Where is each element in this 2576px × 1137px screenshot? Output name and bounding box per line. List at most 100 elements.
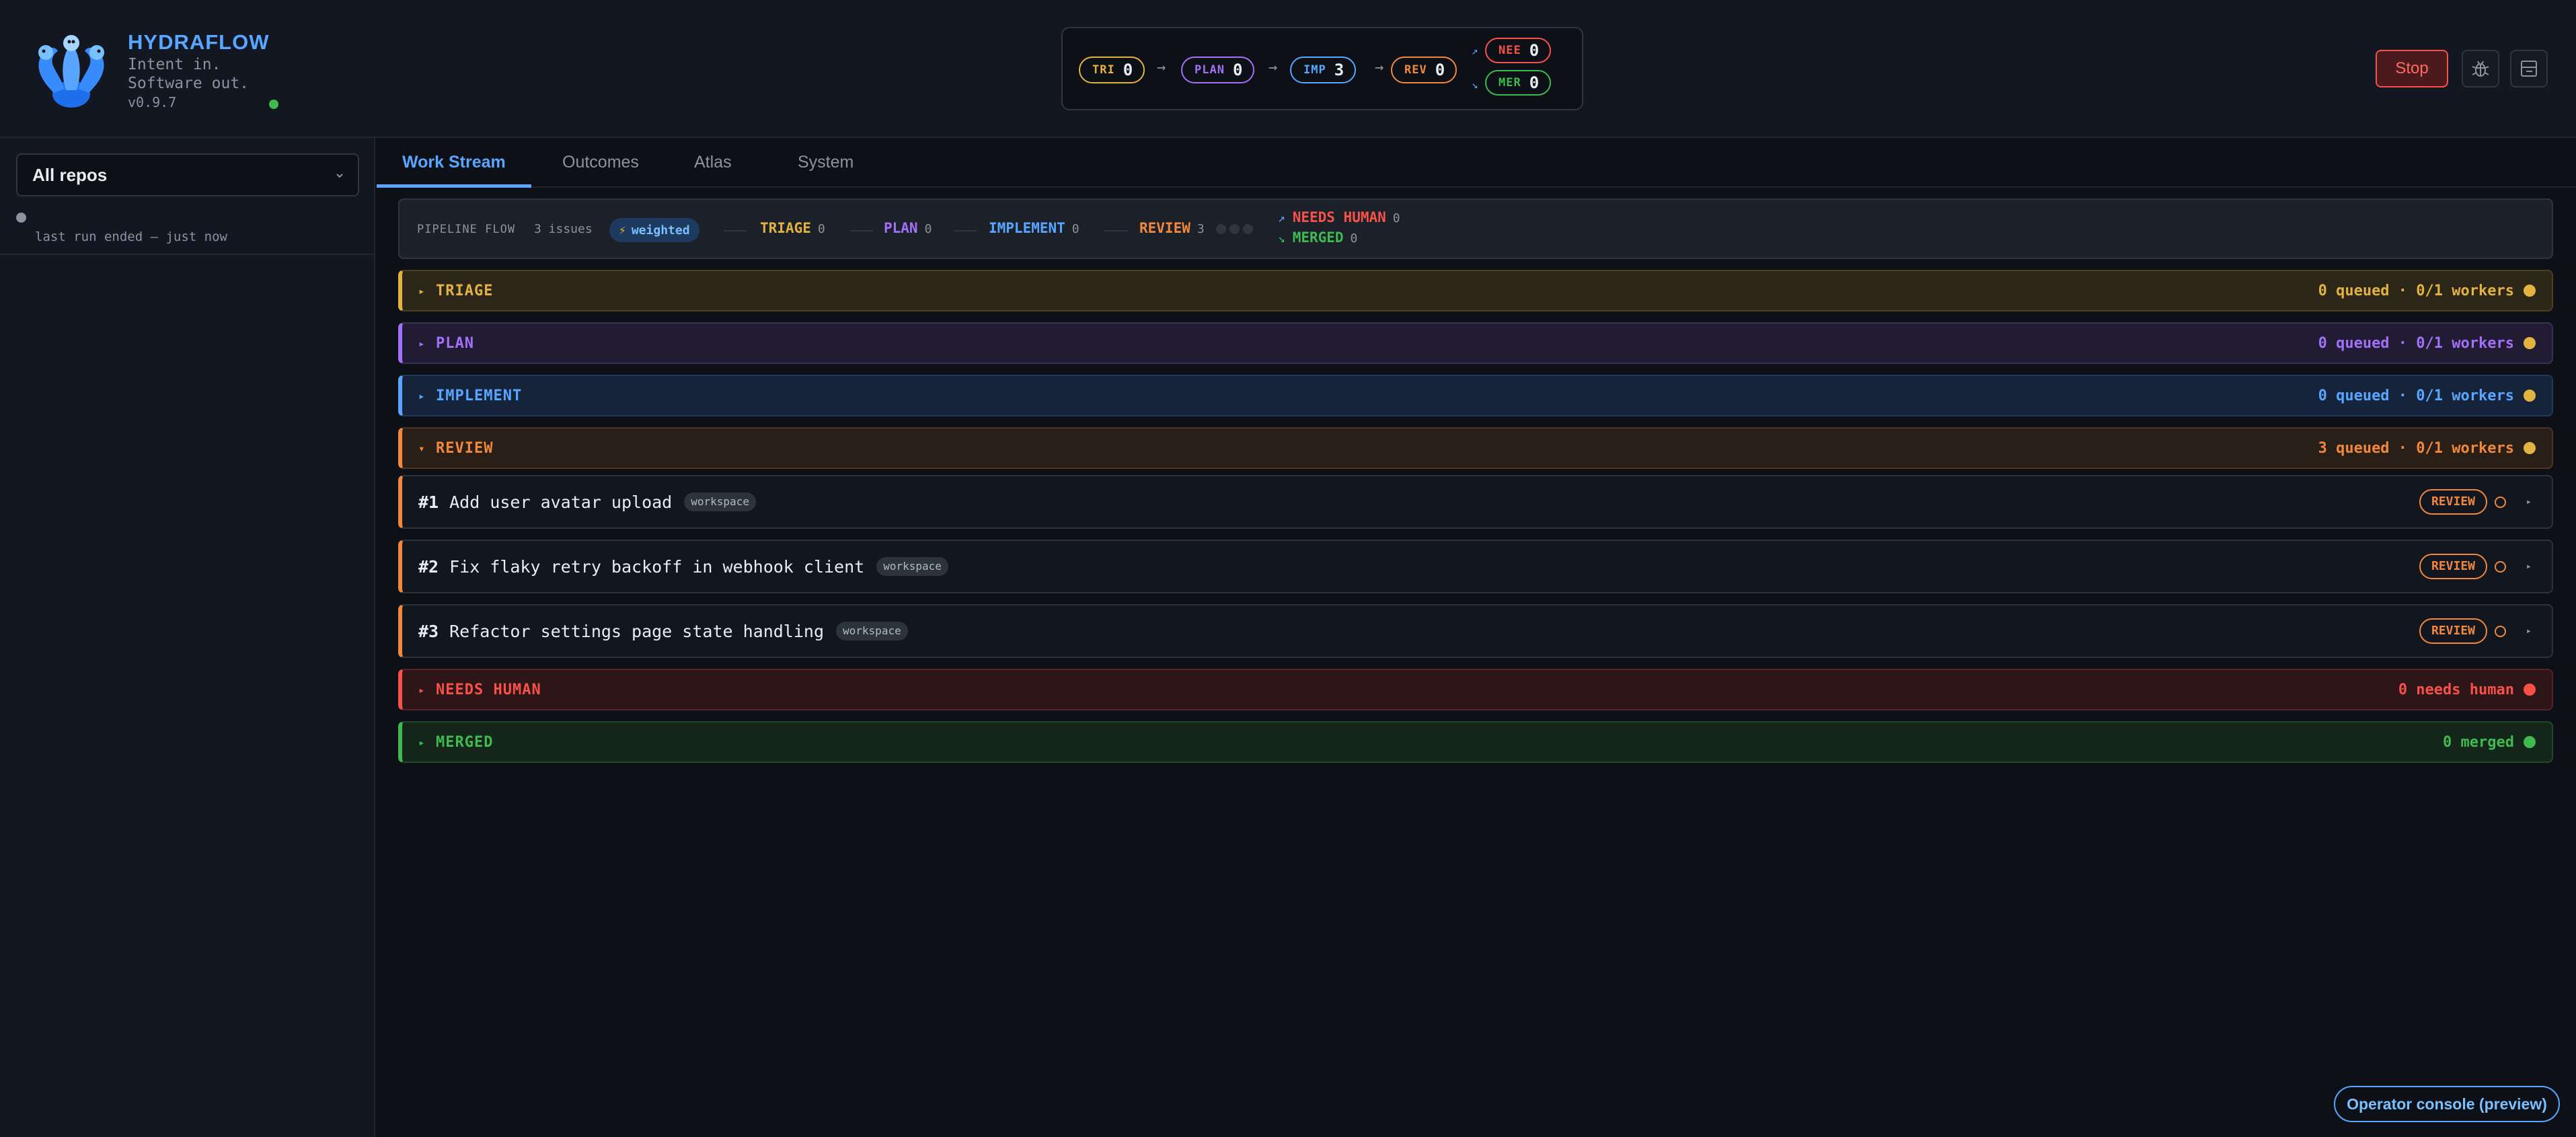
arrow-down-right-icon: ↘ [1278, 231, 1285, 246]
repo-select[interactable]: All repos [16, 153, 359, 196]
chevron-right-icon: ▸ [418, 389, 425, 402]
summary-stage-review: REVIEW 3 [1139, 220, 1205, 236]
issue-tag: workspace [836, 622, 908, 640]
stage-status-dot [2524, 736, 2536, 748]
connection-status-dot [269, 100, 278, 109]
stage-status: 3 queued · 0/1 workers [2318, 439, 2514, 457]
arrow-right-icon: → [1375, 59, 1384, 76]
issue-title: Add user avatar upload [449, 492, 673, 512]
flow-pill-review[interactable]: REV 0 [1391, 57, 1457, 83]
chevron-right-icon: ▸ [418, 683, 425, 696]
sidebar: All repos last run ended — just now [0, 138, 375, 1137]
flow-pill-needs-human[interactable]: NEE 0 [1485, 38, 1552, 63]
flow-pill-plan[interactable]: PLAN 0 [1181, 57, 1255, 83]
summary-stage-merged: ↘ MERGED 0 [1278, 229, 1358, 246]
issue-status-ring-icon [2495, 560, 2506, 573]
tab-atlas[interactable]: Atlas [669, 138, 757, 188]
bug-icon [2472, 61, 2489, 77]
app-header: HYDRAFLOW Intent in. Software out. v0.9.… [0, 0, 2576, 138]
chevron-down-icon: ▾ [418, 441, 425, 455]
stage-status: 0 queued · 0/1 workers [2318, 334, 2514, 352]
issue-number: #2 [418, 556, 439, 577]
issue-status-ring-icon [2495, 625, 2506, 637]
review-worker-dot [1243, 224, 1253, 234]
flow-pill-implement[interactable]: IMP 3 [1290, 57, 1357, 83]
flow-pill-merged[interactable]: MER 0 [1485, 70, 1552, 96]
issue-title: Refactor settings page state handling [449, 621, 825, 641]
run-status-text: last run ended — just now [35, 229, 227, 244]
issue-status-badge: REVIEW [2419, 489, 2487, 515]
sidebar-divider [0, 254, 374, 255]
issue-row[interactable]: #1 Add user avatar upload workspace REVI… [398, 475, 2553, 529]
stage-status-dot [2524, 684, 2536, 696]
stage-status: 0 queued · 0/1 workers [2318, 282, 2514, 299]
top-pipeline-flow: TRI 0 → PLAN 0 → IMP 3 → REV 0 ↗ ↘ NEE 0… [1061, 27, 1583, 110]
flow-connector [724, 230, 747, 231]
tab-work-stream[interactable]: Work Stream [377, 138, 531, 188]
tab-outcomes[interactable]: Outcomes [537, 138, 665, 188]
stage-row-implement[interactable]: ▸ IMPLEMENT 0 queued · 0/1 workers [398, 375, 2553, 416]
stage-status-dot [2524, 442, 2536, 454]
review-worker-dot [1229, 224, 1240, 234]
brand-name: HYDRAFLOW [128, 30, 270, 54]
arrow-right-icon: → [1268, 59, 1278, 76]
chevron-right-icon: ▸ [418, 735, 425, 749]
stage-status: 0 queued · 0/1 workers [2318, 387, 2514, 404]
panel-icon [2521, 61, 2537, 77]
flow-connector [1104, 230, 1127, 231]
stage-row-review[interactable]: ▾ REVIEW 3 queued · 0/1 workers [398, 427, 2553, 469]
review-worker-dot [1216, 224, 1226, 234]
lightning-icon: ⚡ [619, 223, 626, 237]
issue-row[interactable]: #3 Refactor settings page state handling… [398, 604, 2553, 658]
chevron-right-icon[interactable]: ▸ [2526, 626, 2532, 636]
stage-row-merged[interactable]: ▸ MERGED 0 merged [398, 721, 2553, 763]
bug-report-button[interactable] [2462, 50, 2499, 87]
pipeline-summary: PIPELINE FLOW 3 issues ⚡ weighted TRIAGE… [398, 198, 2553, 259]
chevron-right-icon[interactable]: ▸ [2526, 561, 2532, 572]
summary-stage-implement: IMPLEMENT 0 [989, 220, 1079, 236]
issue-number: #3 [418, 621, 439, 641]
tab-system[interactable]: System [772, 138, 879, 188]
issue-title: Fix flaky retry backoff in webhook clien… [449, 556, 865, 577]
panel-toggle-button[interactable] [2510, 50, 2548, 87]
summary-issue-count: 3 issues [534, 222, 593, 236]
summary-stage-plan: PLAN 0 [884, 220, 932, 236]
issue-status-ring-icon [2495, 496, 2506, 508]
stage-status-dot [2524, 337, 2536, 349]
stage-status: 0 needs human [2398, 681, 2514, 698]
arrow-right-icon: → [1157, 59, 1166, 76]
operator-console-button[interactable]: Operator console (preview) [2334, 1086, 2560, 1122]
brand-version: v0.9.7 [128, 94, 177, 110]
issue-row[interactable]: #2 Fix flaky retry backoff in webhook cl… [398, 540, 2553, 593]
chevron-right-icon: ▸ [418, 336, 425, 350]
issue-number: #1 [418, 492, 439, 512]
issue-tag: workspace [876, 557, 948, 576]
repo-select-value: All repos [32, 164, 108, 185]
arrow-down-right-icon: ↘ [1472, 78, 1478, 91]
issue-tag: workspace [684, 492, 756, 511]
issue-status-badge: REVIEW [2419, 554, 2487, 579]
flow-connector [954, 230, 977, 231]
chevron-down-icon [336, 174, 343, 178]
hydra-logo-icon [38, 35, 104, 108]
weighted-badge: ⚡ weighted [609, 218, 699, 242]
stage-status-dot [2524, 285, 2536, 297]
main-tabs: Work Stream Outcomes Atlas System [377, 138, 2576, 188]
flow-pill-triage[interactable]: TRI 0 [1079, 57, 1145, 83]
summary-title: PIPELINE FLOW [417, 223, 516, 236]
flow-connector [850, 230, 873, 231]
stage-row-needs-human[interactable]: ▸ NEEDS HUMAN 0 needs human [398, 669, 2553, 710]
summary-stage-triage: TRIAGE 0 [760, 220, 825, 236]
chevron-right-icon: ▸ [418, 284, 425, 297]
issue-status-badge: REVIEW [2419, 618, 2487, 644]
stage-status-dot [2524, 390, 2536, 402]
stage-row-triage[interactable]: ▸ TRIAGE 0 queued · 0/1 workers [398, 270, 2553, 311]
chevron-right-icon[interactable]: ▸ [2526, 497, 2532, 507]
stop-button[interactable]: Stop [2376, 50, 2448, 87]
brand-tagline-2: Software out. [128, 75, 250, 92]
arrow-up-right-icon: ↗ [1472, 44, 1478, 57]
stage-status: 0 merged [2443, 733, 2514, 751]
brand-tagline-1: Intent in. [128, 56, 221, 73]
run-status-dot [16, 213, 26, 223]
stage-row-plan[interactable]: ▸ PLAN 0 queued · 0/1 workers [398, 322, 2553, 364]
